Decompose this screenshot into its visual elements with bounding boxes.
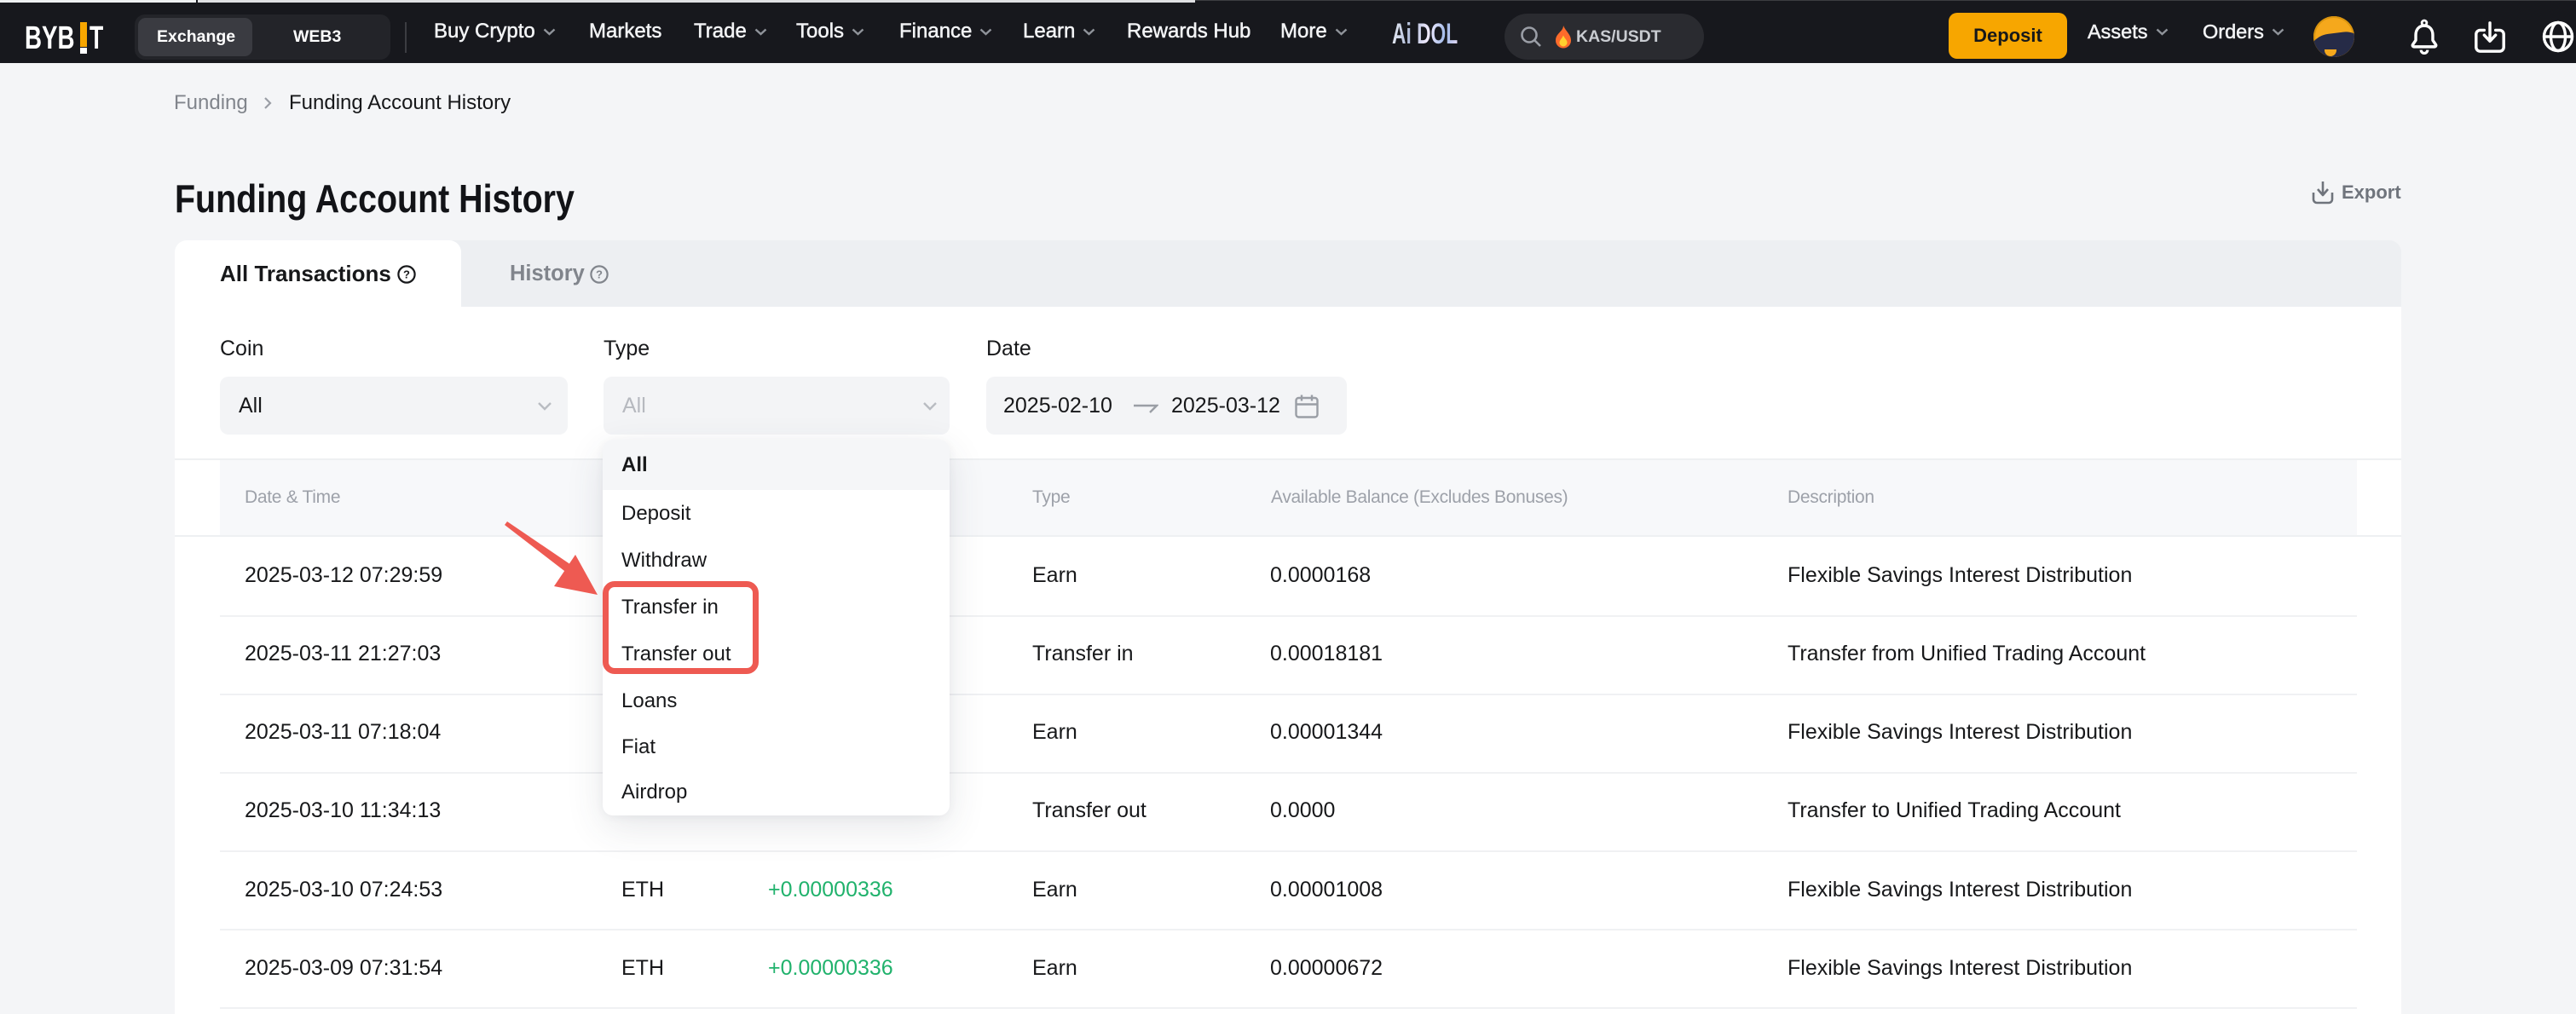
svg-text:?: ? xyxy=(403,268,410,280)
svg-text:?: ? xyxy=(596,268,603,280)
